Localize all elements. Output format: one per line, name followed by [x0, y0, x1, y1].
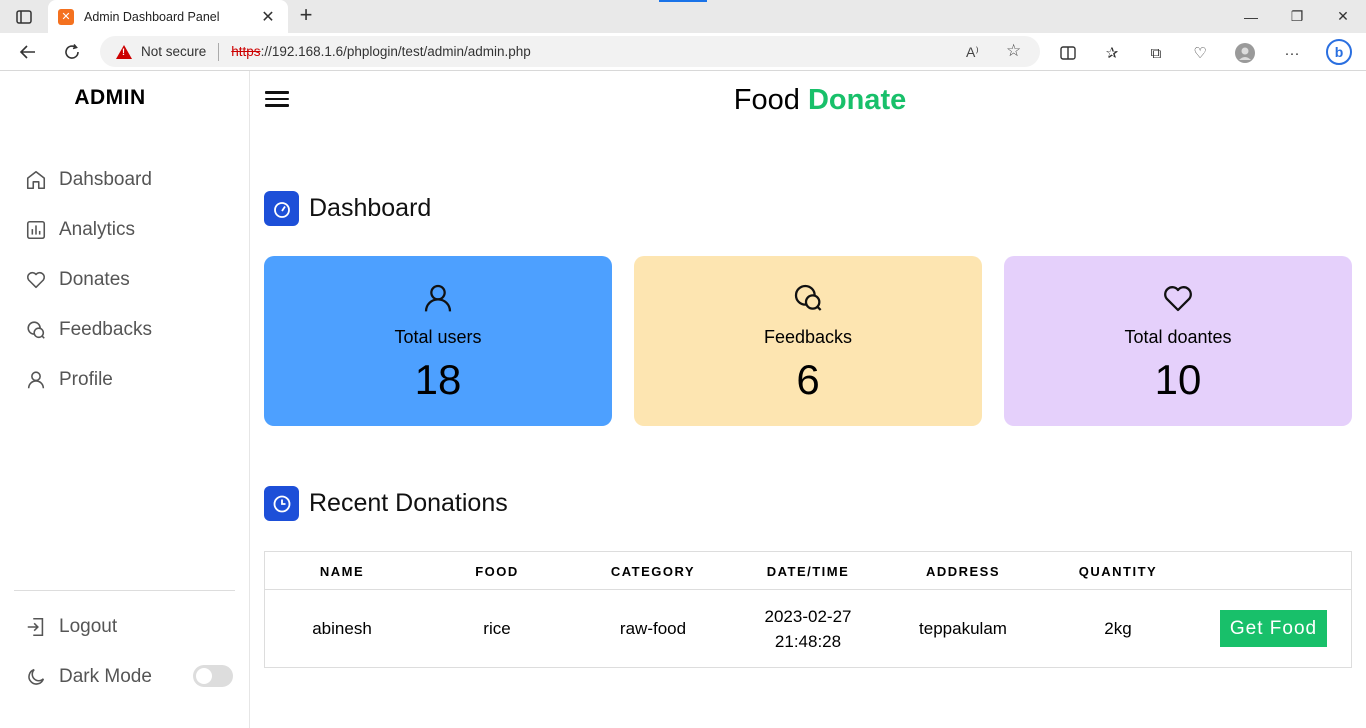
logout-icon — [27, 617, 44, 637]
profile-avatar-icon[interactable] — [1235, 43, 1255, 63]
new-tab-icon[interactable]: + — [294, 4, 318, 27]
address-bar: Not secure https ://192.168.1.6/phplogin… — [0, 33, 1366, 71]
cell-food: rice — [483, 619, 511, 638]
hamburger-menu-icon[interactable] — [265, 91, 289, 111]
brand-logo: ADMIN — [74, 86, 146, 109]
sidebar-item-label: Profile — [59, 369, 113, 390]
xampp-favicon-icon: ✕ — [58, 8, 74, 25]
stat-label: Total doantes — [1124, 327, 1232, 347]
sidebar-item-analytics[interactable]: Analytics — [25, 216, 135, 244]
back-icon[interactable] — [14, 38, 42, 66]
stat-card-users: Total users 18 — [264, 256, 612, 426]
url-scheme: https — [231, 44, 261, 59]
sidebar-item-dashboard[interactable]: Dahsboard — [25, 166, 152, 194]
collections-icon[interactable]: ⧉ — [1146, 43, 1166, 63]
sidebar-item-feedbacks[interactable]: Feedbacks — [25, 316, 152, 344]
speedometer-icon — [264, 191, 299, 226]
chart-icon — [26, 220, 46, 240]
stat-label: Total users — [394, 327, 482, 347]
logout-label: Logout — [59, 616, 118, 637]
col-header-address: ADDRESS — [925, 564, 1001, 579]
tab-actions-icon[interactable] — [10, 6, 38, 28]
dark-mode-label: Dark Mode — [59, 666, 152, 687]
tab-title: Admin Dashboard Panel — [84, 9, 220, 24]
stat-label: Feedbacks — [763, 327, 853, 347]
sidebar-item-label: Feedbacks — [59, 319, 152, 340]
site-title-part2: Donate — [807, 84, 907, 116]
logout-button[interactable]: Logout — [25, 613, 117, 641]
browser-tab[interactable]: ✕ Admin Dashboard Panel ✕ — [48, 0, 288, 33]
donations-table: NAME FOOD CATEGORY DATE/TIME ADDRESS QUA… — [264, 551, 1352, 668]
clock-icon — [264, 486, 299, 521]
col-header-datetime: DATE/TIME — [766, 564, 850, 579]
url-field[interactable]: Not secure https ://192.168.1.6/phplogin… — [100, 36, 1040, 67]
favorites-icon[interactable]: ✰ — [1102, 43, 1122, 63]
stat-value: 18 — [414, 356, 462, 403]
sidebar-item-profile[interactable]: Profile — [25, 366, 113, 394]
sidebar-item-label: Analytics — [59, 219, 136, 240]
sidebar-item-label: Donates — [59, 269, 130, 290]
tab-close-icon[interactable]: ✕ — [258, 7, 278, 27]
sidebar-divider — [14, 590, 235, 591]
col-header-name: NAME — [319, 564, 365, 579]
chat-icon — [27, 321, 45, 339]
split-screen-icon[interactable] — [1058, 43, 1078, 63]
sidebar: ADMIN Dahsboard Analytics Donates Feedba… — [0, 71, 250, 728]
more-options-icon[interactable]: ··· — [1282, 43, 1302, 63]
recent-donations-heading: Recent Donations — [264, 486, 508, 521]
cell-time: 21:48:28 — [774, 632, 842, 651]
url-separator — [218, 42, 220, 61]
sidebar-item-label: Dahsboard — [59, 169, 152, 190]
refresh-icon[interactable] — [58, 38, 86, 66]
browser-tab-bar: ✕ Admin Dashboard Panel ✕ + — ❐ ✕ — [0, 0, 1366, 33]
stat-card-feedbacks: Feedbacks 6 — [634, 256, 982, 426]
cell-quantity: 2kg — [1104, 619, 1132, 638]
site-title: Food Donate — [620, 84, 1020, 117]
dashboard-heading: Dashboard — [264, 191, 431, 226]
warning-icon — [116, 44, 132, 59]
browser-essentials-icon[interactable]: ♡ — [1190, 43, 1210, 63]
window-close-icon[interactable]: ✕ — [1320, 0, 1366, 33]
stat-value: 6 — [796, 356, 820, 403]
table-header-divider — [265, 589, 1351, 590]
moon-icon — [28, 668, 45, 685]
url-text: ://192.168.1.6/phplogin/test/admin/admin… — [260, 44, 531, 59]
cell-address: teppakulam — [919, 619, 1007, 638]
bing-chat-icon[interactable]: b — [1326, 39, 1352, 65]
favorite-star-icon[interactable]: ☆ — [1006, 41, 1021, 61]
dashboard-title: Dashboard — [309, 194, 432, 222]
sidebar-item-donates[interactable]: Donates — [25, 266, 130, 294]
cell-name: abinesh — [312, 619, 372, 638]
recent-donations-title: Recent Donations — [309, 489, 508, 517]
col-header-quantity: QUANTITY — [1078, 564, 1158, 579]
heart-icon — [26, 271, 46, 289]
stat-value: 10 — [1154, 356, 1202, 403]
site-title-part1: Food — [733, 84, 800, 116]
home-icon — [26, 170, 46, 190]
get-food-button[interactable]: Get Food — [1220, 610, 1327, 647]
col-header-category: CATEGORY — [610, 564, 696, 579]
security-label[interactable]: Not secure — [141, 44, 206, 59]
stat-card-donates: Total doantes 10 — [1004, 256, 1352, 426]
cell-category: raw-food — [619, 619, 687, 638]
user-icon — [424, 284, 452, 312]
restore-icon[interactable]: ❐ — [1274, 0, 1320, 33]
col-header-food: FOOD — [475, 564, 519, 579]
svg-text:b: b — [1335, 44, 1344, 60]
user-icon — [27, 371, 45, 389]
dark-mode-toggle[interactable] — [193, 665, 233, 687]
minimize-icon[interactable]: — — [1228, 0, 1274, 33]
read-aloud-icon[interactable]: A⁾ — [966, 44, 979, 61]
dark-mode-item: Dark Mode — [25, 663, 152, 691]
tab-drag-indicator — [659, 0, 707, 2]
chat-icon — [794, 284, 822, 311]
cell-date: 2023-02-27 — [764, 607, 852, 626]
heart-icon — [1164, 286, 1192, 312]
